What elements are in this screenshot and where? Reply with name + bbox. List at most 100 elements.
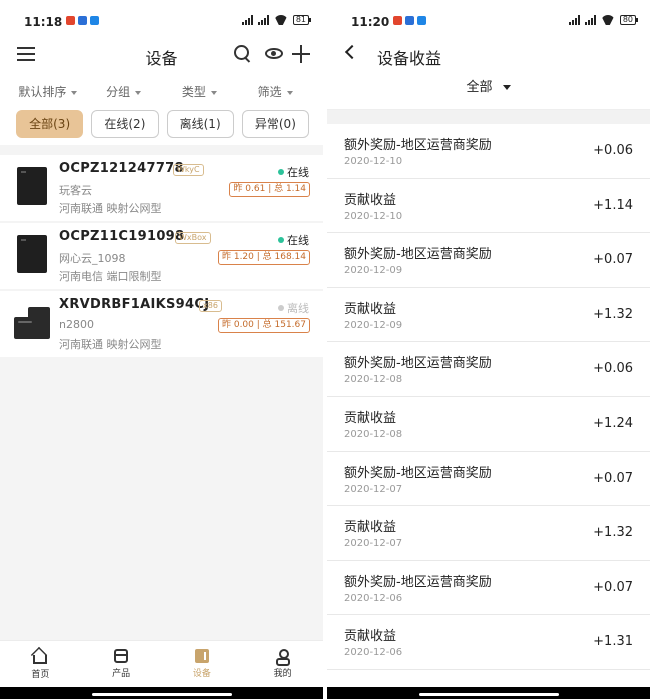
earnings-date: 2020-12-09 <box>344 319 403 331</box>
earnings-date: 2020-12-06 <box>344 647 403 659</box>
earnings-date: 2020-12-10 <box>344 210 403 222</box>
earnings-amount: +1.32 <box>593 306 633 322</box>
app-notification-icon <box>417 16 426 25</box>
eye-icon[interactable] <box>265 48 283 59</box>
back-arrow-icon[interactable] <box>344 44 360 60</box>
earnings-type: 贡献收益 <box>344 410 397 426</box>
earnings-type: 贡献收益 <box>344 629 397 645</box>
device-earnings-screen: 11:20 80 设备收益 全部 额外奖励-地区运营商奖励 2020-12-10… <box>327 0 650 699</box>
earnings-type: 额外奖励-地区运营商奖励 <box>344 574 492 590</box>
home-indicator[interactable] <box>91 693 232 696</box>
status-dot-icon <box>278 169 284 175</box>
earnings-amount: +0.06 <box>593 143 633 158</box>
device-icon <box>194 649 209 663</box>
earnings-row: 额外奖励-地区运营商奖励 2020-12-10 +0.06 <box>327 124 650 179</box>
device-card[interactable]: OCPZ11C191098 WxBox 在线 网心云_1098 昨 1.20 |… <box>0 223 323 289</box>
device-status: 离线 <box>278 300 309 316</box>
wifi-icon <box>601 15 615 25</box>
home-indicator[interactable] <box>418 693 559 696</box>
earnings-type: 额外奖励-地区运营商奖励 <box>344 356 492 372</box>
device-type-badge: WxBox <box>175 232 211 244</box>
earnings-row: 额外奖励-地区运营商奖励 2020-12-08 +0.06 <box>327 342 650 397</box>
app-notification-icon <box>393 16 402 25</box>
notification-icons <box>66 16 99 25</box>
device-earnings: 昨 1.20 | 总 168.14 <box>217 250 310 265</box>
chip-abnormal[interactable]: 异常(0) <box>241 110 309 138</box>
device-card[interactable]: OCPZ121247778 WkyC 在线 玩客云 昨 0.61 | 总 1.1… <box>0 155 323 221</box>
status-time: 11:18 <box>24 15 63 29</box>
app-notification-icon <box>78 16 87 25</box>
app-notification-icon <box>405 16 414 25</box>
caret-down-icon <box>135 90 142 95</box>
add-device-icon[interactable] <box>292 45 310 63</box>
signal-icon <box>241 15 253 25</box>
earnings-amount: +1.24 <box>593 415 633 431</box>
signal-icon <box>568 15 580 25</box>
earnings-row: 贡献收益 2020-12-08 +1.24 <box>327 396 650 452</box>
device-earnings: 昨 0.00 | 总 151.67 <box>217 318 310 333</box>
status-indicators: 80 <box>568 15 639 25</box>
page-title: 设备收益 <box>377 49 442 68</box>
earnings-row: 贡献收益 2020-12-07 +1.32 <box>327 506 650 561</box>
earnings-date: 2020-12-09 <box>344 265 403 277</box>
status-bar: 11:20 80 <box>327 0 650 44</box>
top-nav: 设备收益 <box>327 44 650 70</box>
top-nav: 设备 <box>0 44 323 70</box>
earnings-date: 2020-12-08 <box>344 374 403 386</box>
caret-down-icon <box>71 90 78 95</box>
chip-all[interactable]: 全部(3) <box>16 110 84 138</box>
earnings-list: 额外奖励-地区运营商奖励 2020-12-10 +0.06 贡献收益 2020-… <box>327 124 650 670</box>
earnings-row: 额外奖励-地区运营商奖励 2020-12-06 +0.07 <box>327 560 650 616</box>
earnings-amount: +1.31 <box>593 634 633 650</box>
device-list-screen: 11:18 81 设备 默认排序 分组 类型 筛选 全部(3) 在线(2) 离线… <box>0 0 323 699</box>
device-image <box>17 167 47 205</box>
earnings-row: 额外奖励-地区运营商奖励 2020-12-07 +0.07 <box>327 451 650 507</box>
device-remark: 玩客云 <box>59 184 92 197</box>
earnings-amount: +0.06 <box>593 361 633 377</box>
device-network: 河南电信 端口限制型 <box>59 270 162 283</box>
earnings-row: 额外奖励-地区运营商奖励 2020-12-09 +0.07 <box>327 233 650 288</box>
chip-online[interactable]: 在线(2) <box>91 110 159 138</box>
screen-filter[interactable]: 筛选 <box>237 83 313 110</box>
earnings-type: 额外奖励-地区运营商奖励 <box>344 138 492 153</box>
caret-down-icon <box>502 85 511 90</box>
user-icon <box>275 649 290 666</box>
earnings-date: 2020-12-07 <box>344 538 403 550</box>
search-icon[interactable] <box>234 45 252 63</box>
device-name: XRVDRBF1AIKS94CJ <box>59 297 210 312</box>
app-notification-icon <box>90 16 99 25</box>
device-name: OCPZ11C191098 <box>59 229 185 244</box>
app-notification-icon <box>66 16 75 25</box>
battery-icon: 80 <box>619 15 639 25</box>
notification-icons <box>393 16 426 25</box>
earnings-date: 2020-12-08 <box>344 428 403 440</box>
device-image <box>17 235 47 273</box>
status-dot-icon <box>278 305 284 311</box>
earnings-row: 贡献收益 2020-12-10 +1.14 <box>327 178 650 234</box>
device-earnings: 昨 0.61 | 总 1.14 <box>229 182 310 197</box>
earnings-row: 贡献收益 2020-12-06 +1.31 <box>327 615 650 670</box>
earnings-amount: +0.07 <box>593 470 633 486</box>
signal-icon <box>584 15 596 25</box>
earnings-amount: +0.07 <box>593 579 633 595</box>
group-filter[interactable]: 分组 <box>86 83 162 110</box>
earnings-date: 2020-12-06 <box>344 592 403 604</box>
device-card[interactable]: XRVDRBF1AIKS94CJ x86 离线 n2800 昨 0.00 | 总… <box>0 291 323 357</box>
type-filter[interactable]: 类型 <box>162 83 238 110</box>
device-name: OCPZ121247778 <box>59 161 184 176</box>
chip-offline[interactable]: 离线(1) <box>166 110 234 138</box>
scope-dropdown[interactable]: 全部 <box>327 70 650 110</box>
earnings-amount: +1.14 <box>593 197 633 213</box>
status-indicators: 81 <box>241 15 312 25</box>
device-image <box>14 305 54 341</box>
device-remark: n2800 <box>59 318 94 331</box>
status-dot-icon <box>278 237 284 243</box>
caret-down-icon <box>210 90 217 95</box>
box-icon <box>114 649 129 663</box>
device-type-badge: WkyC <box>173 164 204 176</box>
earnings-amount: +1.32 <box>593 525 633 541</box>
sort-filter[interactable]: 默认排序 <box>10 83 86 110</box>
earnings-type: 贡献收益 <box>344 520 397 536</box>
device-status: 在线 <box>278 164 309 180</box>
earnings-row: 贡献收益 2020-12-09 +1.32 <box>327 287 650 343</box>
